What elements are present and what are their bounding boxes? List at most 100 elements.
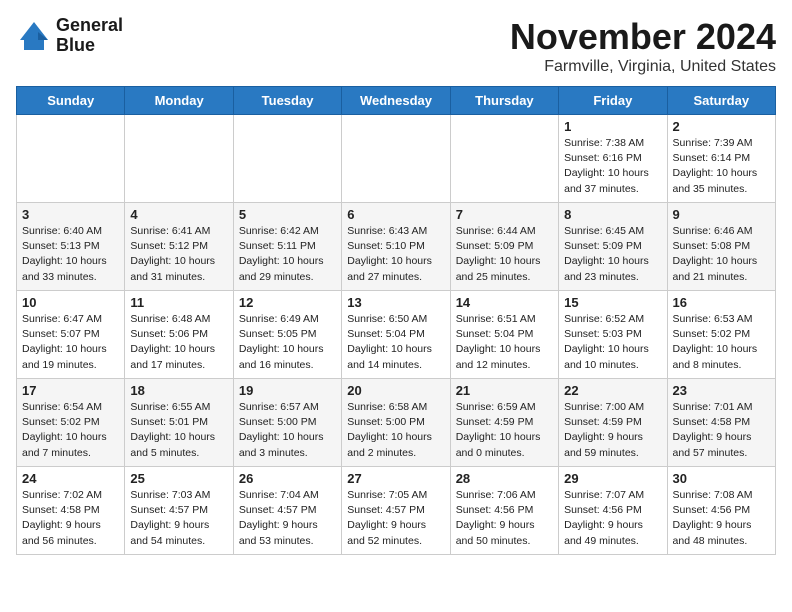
logo-text: General Blue bbox=[56, 16, 123, 56]
day-info: Sunrise: 7:06 AM Sunset: 4:56 PM Dayligh… bbox=[456, 488, 553, 549]
day-info: Sunrise: 6:48 AM Sunset: 5:06 PM Dayligh… bbox=[130, 312, 227, 373]
calendar-cell: 14 Sunrise: 6:51 AM Sunset: 5:04 PM Dayli… bbox=[450, 291, 558, 379]
col-header-monday: Monday bbox=[125, 87, 233, 115]
calendar-cell bbox=[233, 115, 341, 203]
day-info: Sunrise: 6:49 AM Sunset: 5:05 PM Dayligh… bbox=[239, 312, 336, 373]
day-info: Sunrise: 6:47 AM Sunset: 5:07 PM Dayligh… bbox=[22, 312, 119, 373]
day-number: 15 bbox=[564, 295, 661, 310]
calendar-cell: 2 Sunrise: 7:39 AM Sunset: 6:14 PM Daylig… bbox=[667, 115, 775, 203]
page-header: General Blue November 2024 Farmville, Vi… bbox=[16, 16, 776, 76]
day-number: 20 bbox=[347, 383, 444, 398]
day-info: Sunrise: 6:55 AM Sunset: 5:01 PM Dayligh… bbox=[130, 400, 227, 461]
col-header-wednesday: Wednesday bbox=[342, 87, 450, 115]
location: Farmville, Virginia, United States bbox=[510, 58, 776, 76]
calendar-cell: 23 Sunrise: 7:01 AM Sunset: 4:58 PM Dayli… bbox=[667, 379, 775, 467]
calendar-cell bbox=[17, 115, 125, 203]
day-number: 12 bbox=[239, 295, 336, 310]
calendar-cell: 17Sunrise: 6:54 AM Sunset: 5:02 PM Dayli… bbox=[17, 379, 125, 467]
calendar-body: 1 Sunrise: 7:38 AM Sunset: 6:16 PM Daylig… bbox=[17, 115, 776, 555]
day-number: 29 bbox=[564, 471, 661, 486]
calendar-cell bbox=[125, 115, 233, 203]
day-number: 28 bbox=[456, 471, 553, 486]
calendar-cell: 29 Sunrise: 7:07 AM Sunset: 4:56 PM Dayli… bbox=[559, 467, 667, 555]
day-info: Sunrise: 7:04 AM Sunset: 4:57 PM Dayligh… bbox=[239, 488, 336, 549]
day-info: Sunrise: 6:45 AM Sunset: 5:09 PM Dayligh… bbox=[564, 224, 661, 285]
day-info: Sunrise: 6:40 AM Sunset: 5:13 PM Dayligh… bbox=[22, 224, 119, 285]
calendar-cell bbox=[342, 115, 450, 203]
day-info: Sunrise: 6:59 AM Sunset: 4:59 PM Dayligh… bbox=[456, 400, 553, 461]
day-number: 27 bbox=[347, 471, 444, 486]
day-info: Sunrise: 6:58 AM Sunset: 5:00 PM Dayligh… bbox=[347, 400, 444, 461]
day-number: 23 bbox=[673, 383, 770, 398]
day-number: 11 bbox=[130, 295, 227, 310]
col-header-tuesday: Tuesday bbox=[233, 87, 341, 115]
day-info: Sunrise: 6:46 AM Sunset: 5:08 PM Dayligh… bbox=[673, 224, 770, 285]
day-number: 14 bbox=[456, 295, 553, 310]
calendar-cell: 13 Sunrise: 6:50 AM Sunset: 5:04 PM Dayli… bbox=[342, 291, 450, 379]
calendar-cell: 9 Sunrise: 6:46 AM Sunset: 5:08 PM Daylig… bbox=[667, 203, 775, 291]
day-number: 24 bbox=[22, 471, 119, 486]
day-number: 2 bbox=[673, 119, 770, 134]
calendar-cell: 7Sunrise: 6:44 AM Sunset: 5:09 PM Daylig… bbox=[450, 203, 558, 291]
calendar-week-1: 1 Sunrise: 7:38 AM Sunset: 6:16 PM Daylig… bbox=[17, 115, 776, 203]
day-number: 25 bbox=[130, 471, 227, 486]
day-info: Sunrise: 7:05 AM Sunset: 4:57 PM Dayligh… bbox=[347, 488, 444, 549]
calendar-table: SundayMondayTuesdayWednesdayThursdayFrid… bbox=[16, 86, 776, 555]
day-number: 30 bbox=[673, 471, 770, 486]
day-number: 1 bbox=[564, 119, 661, 134]
title-block: November 2024 Farmville, Virginia, Unite… bbox=[510, 16, 776, 76]
day-number: 26 bbox=[239, 471, 336, 486]
day-number: 16 bbox=[673, 295, 770, 310]
col-header-saturday: Saturday bbox=[667, 87, 775, 115]
calendar-cell: 4Sunrise: 6:41 AM Sunset: 5:12 PM Daylig… bbox=[125, 203, 233, 291]
day-number: 21 bbox=[456, 383, 553, 398]
calendar-week-5: 24Sunrise: 7:02 AM Sunset: 4:58 PM Dayli… bbox=[17, 467, 776, 555]
calendar-cell bbox=[450, 115, 558, 203]
col-header-thursday: Thursday bbox=[450, 87, 558, 115]
calendar-cell: 21 Sunrise: 6:59 AM Sunset: 4:59 PM Dayli… bbox=[450, 379, 558, 467]
logo: General Blue bbox=[16, 16, 123, 56]
day-info: Sunrise: 7:01 AM Sunset: 4:58 PM Dayligh… bbox=[673, 400, 770, 461]
col-header-sunday: Sunday bbox=[17, 87, 125, 115]
day-info: Sunrise: 6:41 AM Sunset: 5:12 PM Dayligh… bbox=[130, 224, 227, 285]
day-number: 7 bbox=[456, 207, 553, 222]
calendar-cell: 28 Sunrise: 7:06 AM Sunset: 4:56 PM Dayli… bbox=[450, 467, 558, 555]
day-number: 22 bbox=[564, 383, 661, 398]
day-number: 8 bbox=[564, 207, 661, 222]
calendar-week-2: 3Sunrise: 6:40 AM Sunset: 5:13 PM Daylig… bbox=[17, 203, 776, 291]
day-info: Sunrise: 7:03 AM Sunset: 4:57 PM Dayligh… bbox=[130, 488, 227, 549]
calendar-cell: 22Sunrise: 7:00 AM Sunset: 4:59 PM Dayli… bbox=[559, 379, 667, 467]
day-number: 10 bbox=[22, 295, 119, 310]
header-row: SundayMondayTuesdayWednesdayThursdayFrid… bbox=[17, 87, 776, 115]
day-info: Sunrise: 6:43 AM Sunset: 5:10 PM Dayligh… bbox=[347, 224, 444, 285]
day-number: 9 bbox=[673, 207, 770, 222]
calendar-cell: 3Sunrise: 6:40 AM Sunset: 5:13 PM Daylig… bbox=[17, 203, 125, 291]
day-number: 13 bbox=[347, 295, 444, 310]
calendar-cell: 27 Sunrise: 7:05 AM Sunset: 4:57 PM Dayli… bbox=[342, 467, 450, 555]
calendar-cell: 10 Sunrise: 6:47 AM Sunset: 5:07 PM Dayli… bbox=[17, 291, 125, 379]
day-info: Sunrise: 7:08 AM Sunset: 4:56 PM Dayligh… bbox=[673, 488, 770, 549]
calendar-cell: 12 Sunrise: 6:49 AM Sunset: 5:05 PM Dayli… bbox=[233, 291, 341, 379]
calendar-cell: 25 Sunrise: 7:03 AM Sunset: 4:57 PM Dayli… bbox=[125, 467, 233, 555]
day-number: 18 bbox=[130, 383, 227, 398]
calendar-header: SundayMondayTuesdayWednesdayThursdayFrid… bbox=[17, 87, 776, 115]
calendar-cell: 30 Sunrise: 7:08 AM Sunset: 4:56 PM Dayli… bbox=[667, 467, 775, 555]
calendar-cell: 20 Sunrise: 6:58 AM Sunset: 5:00 PM Dayli… bbox=[342, 379, 450, 467]
day-info: Sunrise: 6:52 AM Sunset: 5:03 PM Dayligh… bbox=[564, 312, 661, 373]
day-number: 6 bbox=[347, 207, 444, 222]
day-info: Sunrise: 7:39 AM Sunset: 6:14 PM Dayligh… bbox=[673, 136, 770, 197]
day-info: Sunrise: 6:50 AM Sunset: 5:04 PM Dayligh… bbox=[347, 312, 444, 373]
day-info: Sunrise: 7:07 AM Sunset: 4:56 PM Dayligh… bbox=[564, 488, 661, 549]
day-info: Sunrise: 6:57 AM Sunset: 5:00 PM Dayligh… bbox=[239, 400, 336, 461]
day-info: Sunrise: 7:38 AM Sunset: 6:16 PM Dayligh… bbox=[564, 136, 661, 197]
calendar-cell: 8 Sunrise: 6:45 AM Sunset: 5:09 PM Daylig… bbox=[559, 203, 667, 291]
calendar-cell: 16 Sunrise: 6:53 AM Sunset: 5:02 PM Dayli… bbox=[667, 291, 775, 379]
month-title: November 2024 bbox=[510, 16, 776, 58]
day-info: Sunrise: 6:54 AM Sunset: 5:02 PM Dayligh… bbox=[22, 400, 119, 461]
day-info: Sunrise: 6:53 AM Sunset: 5:02 PM Dayligh… bbox=[673, 312, 770, 373]
calendar-week-4: 17Sunrise: 6:54 AM Sunset: 5:02 PM Dayli… bbox=[17, 379, 776, 467]
calendar-cell: 5Sunrise: 6:42 AM Sunset: 5:11 PM Daylig… bbox=[233, 203, 341, 291]
calendar-cell: 11 Sunrise: 6:48 AM Sunset: 5:06 PM Dayli… bbox=[125, 291, 233, 379]
day-info: Sunrise: 6:51 AM Sunset: 5:04 PM Dayligh… bbox=[456, 312, 553, 373]
calendar-cell: 18 Sunrise: 6:55 AM Sunset: 5:01 PM Dayli… bbox=[125, 379, 233, 467]
